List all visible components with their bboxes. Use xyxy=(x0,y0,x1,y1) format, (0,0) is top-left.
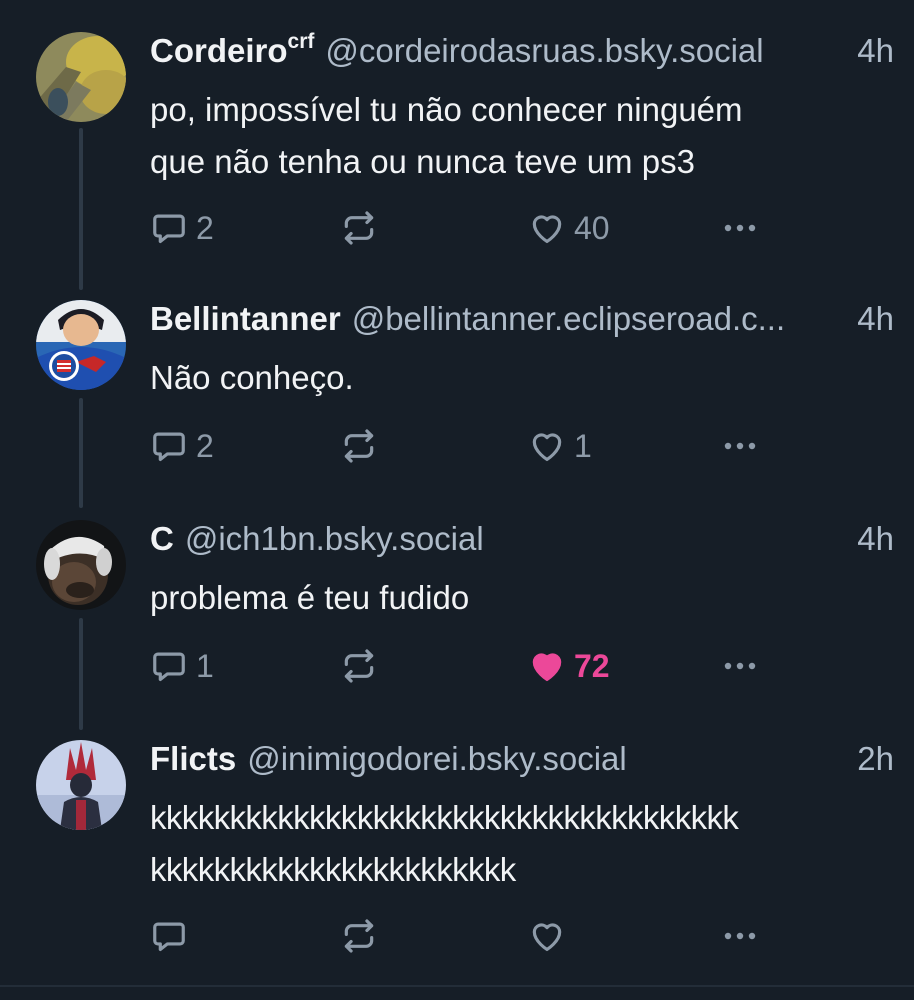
divider xyxy=(0,985,914,987)
handle[interactable]: @inimigodorei.bsky.social xyxy=(247,740,627,778)
display-name[interactable]: C xyxy=(150,520,174,558)
avatar-image xyxy=(36,300,126,390)
avatar-image xyxy=(36,740,126,830)
post-header: Flicts @inimigodorei.bsky.social 2h xyxy=(150,740,894,790)
thread-line xyxy=(79,618,83,730)
reply-icon xyxy=(153,922,185,952)
display-name[interactable]: Flicts xyxy=(150,740,236,778)
like-count: 1 xyxy=(574,427,592,464)
repost-icon xyxy=(344,429,374,463)
timestamp[interactable]: 4h xyxy=(833,32,894,70)
timestamp[interactable]: 4h xyxy=(833,300,894,338)
like-button[interactable]: 1 xyxy=(528,426,592,466)
repost-button[interactable] xyxy=(340,646,386,686)
more-options-icon xyxy=(724,932,756,940)
reply-icon xyxy=(153,652,185,682)
reply-button[interactable]: 1 xyxy=(150,646,214,686)
reply-button[interactable]: 2 xyxy=(150,208,214,248)
thread-line xyxy=(79,398,83,508)
timestamp[interactable]: 2h xyxy=(833,740,894,778)
post-header: Cordeirocrf @cordeirodasruas.bsky.social… xyxy=(150,30,894,82)
avatar-image xyxy=(36,520,126,610)
heart-icon xyxy=(532,923,562,952)
display-name-text: Cordeiro xyxy=(150,32,288,69)
more-options-button[interactable] xyxy=(720,916,760,956)
more-options-icon xyxy=(724,662,756,670)
display-name[interactable]: Cordeirocrf xyxy=(150,30,315,70)
like-count: 40 xyxy=(574,209,610,246)
more-options-icon xyxy=(724,442,756,450)
avatar-image xyxy=(36,32,126,122)
post-actions: 1 72 xyxy=(150,646,890,686)
display-name-text: Flicts xyxy=(150,740,237,777)
heart-icon xyxy=(532,433,562,462)
repost-icon xyxy=(344,649,374,683)
repost-icon xyxy=(344,211,374,245)
post-actions: 2 1 xyxy=(150,426,890,466)
like-count: 72 xyxy=(574,647,610,684)
reply-button[interactable] xyxy=(150,916,196,956)
avatar[interactable] xyxy=(36,740,126,830)
reply-icon xyxy=(153,214,185,244)
more-options-button[interactable] xyxy=(720,208,760,248)
like-button[interactable]: 40 xyxy=(528,208,610,248)
thread: Cordeirocrf @cordeirodasruas.bsky.social… xyxy=(0,0,914,1000)
post-text: po, impossível tu não conhecer ninguém q… xyxy=(150,91,743,180)
thread-line xyxy=(79,128,83,290)
handle[interactable]: @ich1bn.bsky.social xyxy=(185,520,484,558)
post-header: C @ich1bn.bsky.social 4h xyxy=(150,520,894,570)
repost-button[interactable] xyxy=(340,426,386,466)
post-text: problema é teu fudido xyxy=(150,579,470,616)
post-text: kkkkkkkkkkkkkkkkkkkkkkkkkkkkkkkkkkkkk kk… xyxy=(150,799,739,888)
heart-icon xyxy=(532,215,562,244)
post-text: Não conheço. xyxy=(150,359,354,396)
reply-icon xyxy=(153,432,185,462)
post-actions: 2 40 xyxy=(150,208,890,248)
repost-icon xyxy=(344,919,374,953)
avatar[interactable] xyxy=(36,300,126,390)
like-button[interactable] xyxy=(528,916,574,956)
reply-button[interactable]: 2 xyxy=(150,426,214,466)
avatar[interactable] xyxy=(36,32,126,122)
more-options-button[interactable] xyxy=(720,646,760,686)
display-name[interactable]: Bellintanner xyxy=(150,300,341,338)
reply-count: 2 xyxy=(196,209,214,246)
handle[interactable]: @cordeirodasruas.bsky.social xyxy=(325,32,763,70)
post-header: Bellintanner @bellintanner.eclipseroad.c… xyxy=(150,300,894,350)
more-options-icon xyxy=(724,224,756,232)
display-name-suffix: crf xyxy=(287,30,315,53)
handle[interactable]: @bellintanner.eclipseroad.c... xyxy=(352,300,785,338)
repost-button[interactable] xyxy=(340,916,386,956)
reply-count: 1 xyxy=(196,647,214,684)
heart-filled-icon xyxy=(532,653,562,682)
like-button[interactable]: 72 xyxy=(528,646,610,686)
repost-button[interactable] xyxy=(340,208,386,248)
more-options-button[interactable] xyxy=(720,426,760,466)
avatar[interactable] xyxy=(36,520,126,610)
post-actions xyxy=(150,916,890,956)
display-name-text: Bellintanner xyxy=(150,300,341,337)
display-name-text: C xyxy=(150,520,174,557)
reply-count: 2 xyxy=(196,427,214,464)
timestamp[interactable]: 4h xyxy=(833,520,894,558)
